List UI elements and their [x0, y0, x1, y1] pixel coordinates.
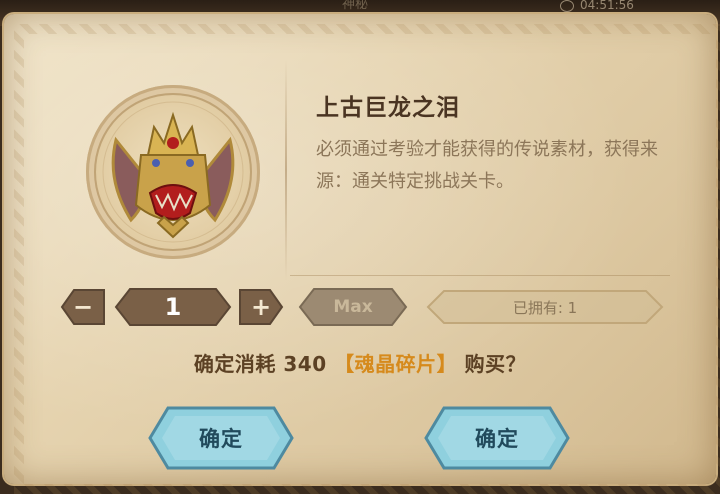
minus-icon: − [72, 293, 94, 321]
cost-text: 确定消耗 340 [193, 352, 327, 376]
tab-mystery[interactable]: 神秘 [300, 0, 410, 14]
item-icon-frame [86, 85, 260, 259]
quantity-value: 1 [164, 293, 182, 321]
clock-icon [560, 0, 574, 12]
owned-count-badge: 已拥有: 1 [426, 287, 664, 327]
refresh-timer: 04:51:56 [560, 0, 690, 14]
purchase-question: 购买？ [464, 352, 527, 376]
max-label: Max [333, 297, 373, 317]
quantity-display[interactable]: 1 [114, 287, 232, 327]
max-quantity-button[interactable]: Max [298, 287, 408, 327]
dragon-tear-emblem-icon [94, 93, 252, 251]
timer-text: 04:51:56 [580, 0, 634, 12]
confirm-label-left: 确定 [199, 427, 243, 451]
owned-count-text: 已拥有: 1 [512, 298, 578, 317]
divider-horizontal [290, 275, 670, 276]
purchase-confirmation-text: 确定消耗 340 【魂晶碎片】 购买？ [0, 348, 720, 378]
confirm-button-right[interactable]: 确定 [424, 405, 570, 471]
decrease-quantity-button[interactable]: − [60, 287, 106, 327]
divider-vertical [285, 60, 287, 280]
currency-name: 【魂晶碎片】 [334, 352, 458, 376]
confirm-label-right: 确定 [475, 427, 519, 451]
plus-icon: + [250, 293, 272, 321]
item-name: 上古巨龙之泪 [316, 95, 460, 121]
increase-quantity-button[interactable]: + [238, 287, 284, 327]
item-description: 必须通过考验才能获得的传说素材，获得来源：通关特定挑战关卡。 [316, 139, 658, 192]
confirm-button-left[interactable]: 确定 [148, 405, 294, 471]
